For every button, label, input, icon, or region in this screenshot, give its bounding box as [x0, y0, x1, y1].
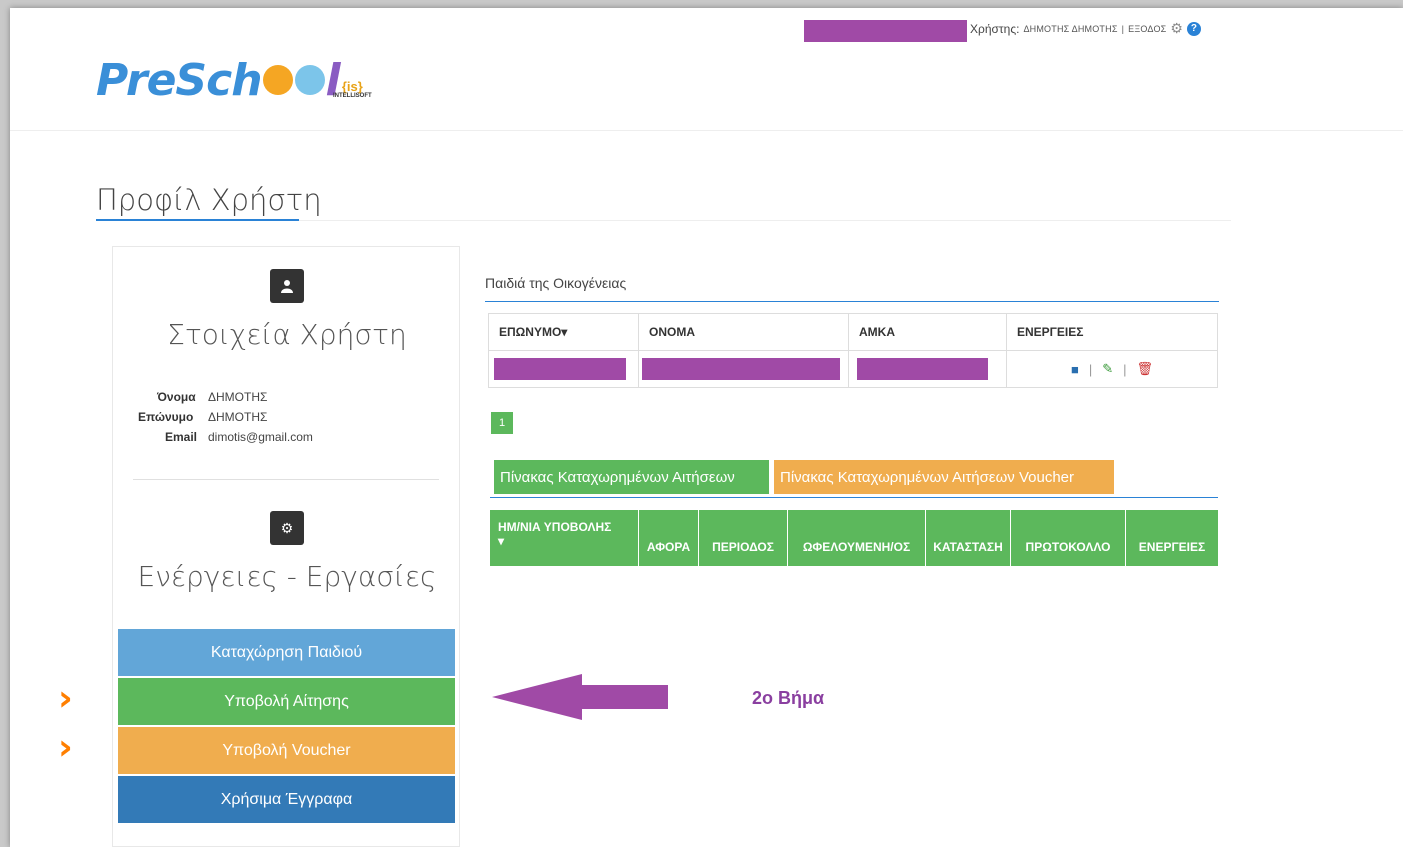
user-details-title: Στοιχεία Χρήστη — [167, 318, 407, 351]
header-divider — [10, 130, 1403, 131]
cell-actions: ■ | ✎ | 🗑 — [1006, 350, 1218, 388]
trash-icon[interactable]: 🗑 — [1137, 361, 1154, 377]
preschool-logo[interactable]: PreSch l — [96, 55, 341, 106]
header-separator: | — [1121, 23, 1125, 34]
field-first-name: Όνομα ΔΗΜΟΤΗΣ — [113, 390, 461, 410]
field-value: ΔΗΜΟΤΗΣ — [208, 390, 268, 404]
user-label: Χρήστης: — [970, 21, 1020, 36]
chevron-right-icon: › — [58, 727, 73, 768]
col-protocol: ΠΡΩΤΟΚΟΛΛΟ — [1011, 510, 1126, 566]
help-icon[interactable]: ? — [1186, 21, 1201, 36]
col-status: ΚΑΤΑΣΤΑΣΗ — [926, 510, 1011, 566]
field-label: Όνομα — [157, 390, 196, 404]
redacted-block — [804, 20, 967, 42]
table-header-row: ΕΠΩΝΥΜΟ▾ ΟΝΟΜΑ ΑΜΚΑ ΕΝΕΡΓΕΙΕΣ — [488, 313, 1218, 351]
gear-icon: ⚙ — [270, 511, 304, 545]
field-value: dimotis@gmail.com — [208, 430, 313, 444]
col-label: ΗΜ/ΝΙΑ ΥΠΟΒΟΛΗΣ — [498, 520, 612, 534]
step-label: 2ο Βήμα — [752, 688, 825, 708]
redacted-block — [857, 358, 988, 380]
children-divider — [485, 301, 1219, 302]
useful-documents-button[interactable]: Χρήσιμα Έγγραφα — [118, 776, 455, 823]
col-period: ΠΕΡΙΟΔΟΣ — [699, 510, 788, 566]
requests-table-header: ΗΜ/ΝΙΑ ΥΠΟΒΟΛΗΣ ▾ ΑΦΟΡΑ ΠΕΡΙΟΔΟΣ ΩΦΕΛΟΥΜ… — [490, 510, 1218, 566]
col-actions: ΕΝΕΡΓΕΙΕΣ — [1006, 313, 1218, 351]
partner-logo-sub: INTELLISOFT — [333, 93, 372, 99]
pencil-icon[interactable]: ✎ — [1102, 361, 1113, 377]
tabs-divider — [490, 497, 1218, 498]
children-table: ΕΠΩΝΥΜΟ▾ ΟΝΟΜΑ ΑΜΚΑ ΕΝΕΡΓΕΙΕΣ ■ | ✎ | 🗑 — [488, 313, 1218, 388]
col-beneficiary: ΩΦΕΛΟΥΜΕΝΗ/ΟΣ — [788, 510, 926, 566]
col-actions: ΕΝΕΡΓΕΙΕΣ — [1138, 540, 1206, 554]
face-icon — [262, 65, 293, 95]
intellisoft-logo: {is} INTELLISOFT — [333, 80, 372, 99]
field-email: Email dimotis@gmail.com — [113, 430, 461, 450]
user-icon — [270, 269, 304, 303]
col-amka: ΑΜΚΑ — [848, 313, 1007, 351]
sort-icon: ▾ — [498, 534, 505, 548]
left-arrow-icon — [492, 674, 668, 720]
cell-amka — [848, 350, 1007, 388]
panel-divider — [133, 479, 439, 480]
col-name: ΟΝΟΜΑ — [638, 313, 849, 351]
face-icon — [294, 65, 325, 95]
page-title: Προφίλ Χρήστη — [96, 183, 322, 217]
col-submission-date[interactable]: ΗΜ/ΝΙΑ ΥΠΟΒΟΛΗΣ ▾ — [490, 510, 639, 566]
submit-application-button[interactable]: Υποβολή Αίτησης — [118, 678, 455, 725]
chevron-right-icon: › — [58, 678, 73, 719]
field-label: Email — [165, 430, 198, 444]
user-name: ΔΗΜΟΤΗΣ ΔΗΜΟΤΗΣ — [1023, 23, 1118, 34]
register-child-button[interactable]: Καταχώρηση Παιδιού — [118, 629, 455, 676]
col-concerns: ΑΦΟΡΑ — [639, 510, 699, 566]
profile-panel: Στοιχεία Χρήστη Όνομα ΔΗΜΟΤΗΣ Επώνυμο ΔΗ… — [112, 246, 460, 847]
cell-surname — [488, 350, 639, 388]
partner-logo-text: {is} — [341, 79, 363, 94]
user-info-bar: Χρήστης: ΔΗΜΟΤΗΣ ΔΗΜΟΤΗΣ | ΕΞΟΔΟΣ ⚙ ? — [970, 20, 1201, 37]
tab-applications[interactable]: Πίνακας Καταχωρημένων Αιτήσεων — [494, 460, 769, 494]
logo-text-a: PreSch — [96, 55, 263, 106]
pagination-page-1[interactable]: 1 — [491, 412, 513, 434]
cell-name — [638, 350, 849, 388]
gear-icon[interactable]: ⚙ — [1170, 20, 1183, 37]
field-value: ΔΗΜΟΤΗΣ — [208, 410, 268, 424]
actions-title: Ενέργειες - Εργασίες — [137, 560, 437, 593]
field-last-name: Επώνυμο ΔΗΜΟΤΗΣ — [113, 410, 461, 430]
action-separator: | — [1088, 361, 1093, 377]
children-heading: Παιδιά της Οικογένειας — [485, 275, 627, 291]
logout-link[interactable]: ΕΞΟΔΟΣ — [1128, 24, 1166, 34]
field-label: Επώνυμο — [138, 410, 194, 424]
action-separator: | — [1123, 361, 1127, 377]
col-surname[interactable]: ΕΠΩΝΥΜΟ▾ — [488, 313, 639, 351]
submit-voucher-button[interactable]: Υποβολή Voucher — [118, 727, 455, 774]
tab-voucher-applications[interactable]: Πίνακας Καταχωρημένων Αιτήσεων Voucher — [774, 460, 1114, 494]
table-row: ■ | ✎ | 🗑 — [488, 350, 1218, 388]
title-underline — [96, 219, 299, 221]
folder-icon[interactable]: ■ — [1071, 362, 1079, 377]
redacted-block — [642, 358, 840, 380]
redacted-block — [494, 358, 626, 380]
user-fields: Όνομα ΔΗΜΟΤΗΣ Επώνυμο ΔΗΜΟΤΗΣ Email dimo… — [113, 390, 461, 450]
